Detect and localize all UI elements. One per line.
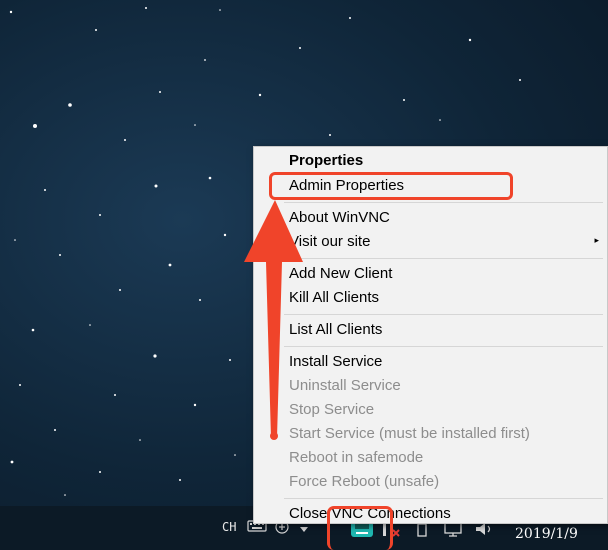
menu-item-force-reboot: Force Reboot (unsafe) (289, 473, 440, 490)
menu-item-list-all-clients[interactable]: List All Clients (289, 320, 382, 340)
highlight-admin-properties (269, 172, 513, 200)
taskbar-date[interactable]: 2019/1/9 (515, 526, 578, 542)
submenu-arrow-icon: ▸ (594, 236, 599, 246)
menu-separator (284, 202, 603, 203)
battery-icon[interactable] (416, 522, 428, 538)
input-language-indicator[interactable]: CH (222, 520, 236, 534)
menu-item-kill-all-clients[interactable]: Kill All Clients (289, 288, 379, 308)
menu-item-install-service[interactable]: Install Service (289, 352, 382, 372)
menu-separator (284, 314, 603, 315)
menu-item-uninstall-service: Uninstall Service (289, 377, 401, 394)
menu-item-start-service: Start Service (must be installed first) (289, 425, 530, 442)
menu-item-reboot-safemode: Reboot in safemode (289, 449, 424, 466)
menu-item-properties[interactable]: Properties (289, 151, 363, 171)
menu-item-stop-service: Stop Service (289, 401, 375, 418)
highlight-vnc-tray-icon (327, 506, 393, 550)
tray-expand-icon[interactable] (299, 526, 309, 534)
display-icon[interactable] (444, 522, 462, 538)
menu-item-about-winvnc[interactable]: About WinVNC (289, 208, 390, 228)
menu-separator (284, 498, 603, 499)
menu-item-add-new-client[interactable]: Add New Client (289, 264, 392, 284)
menu-separator (284, 258, 603, 259)
menu-item-visit-our-site[interactable]: Visit our site (289, 232, 370, 252)
menu-separator (284, 346, 603, 347)
winvnc-context-menu: Properties Admin Properties About WinVNC… (253, 146, 608, 524)
